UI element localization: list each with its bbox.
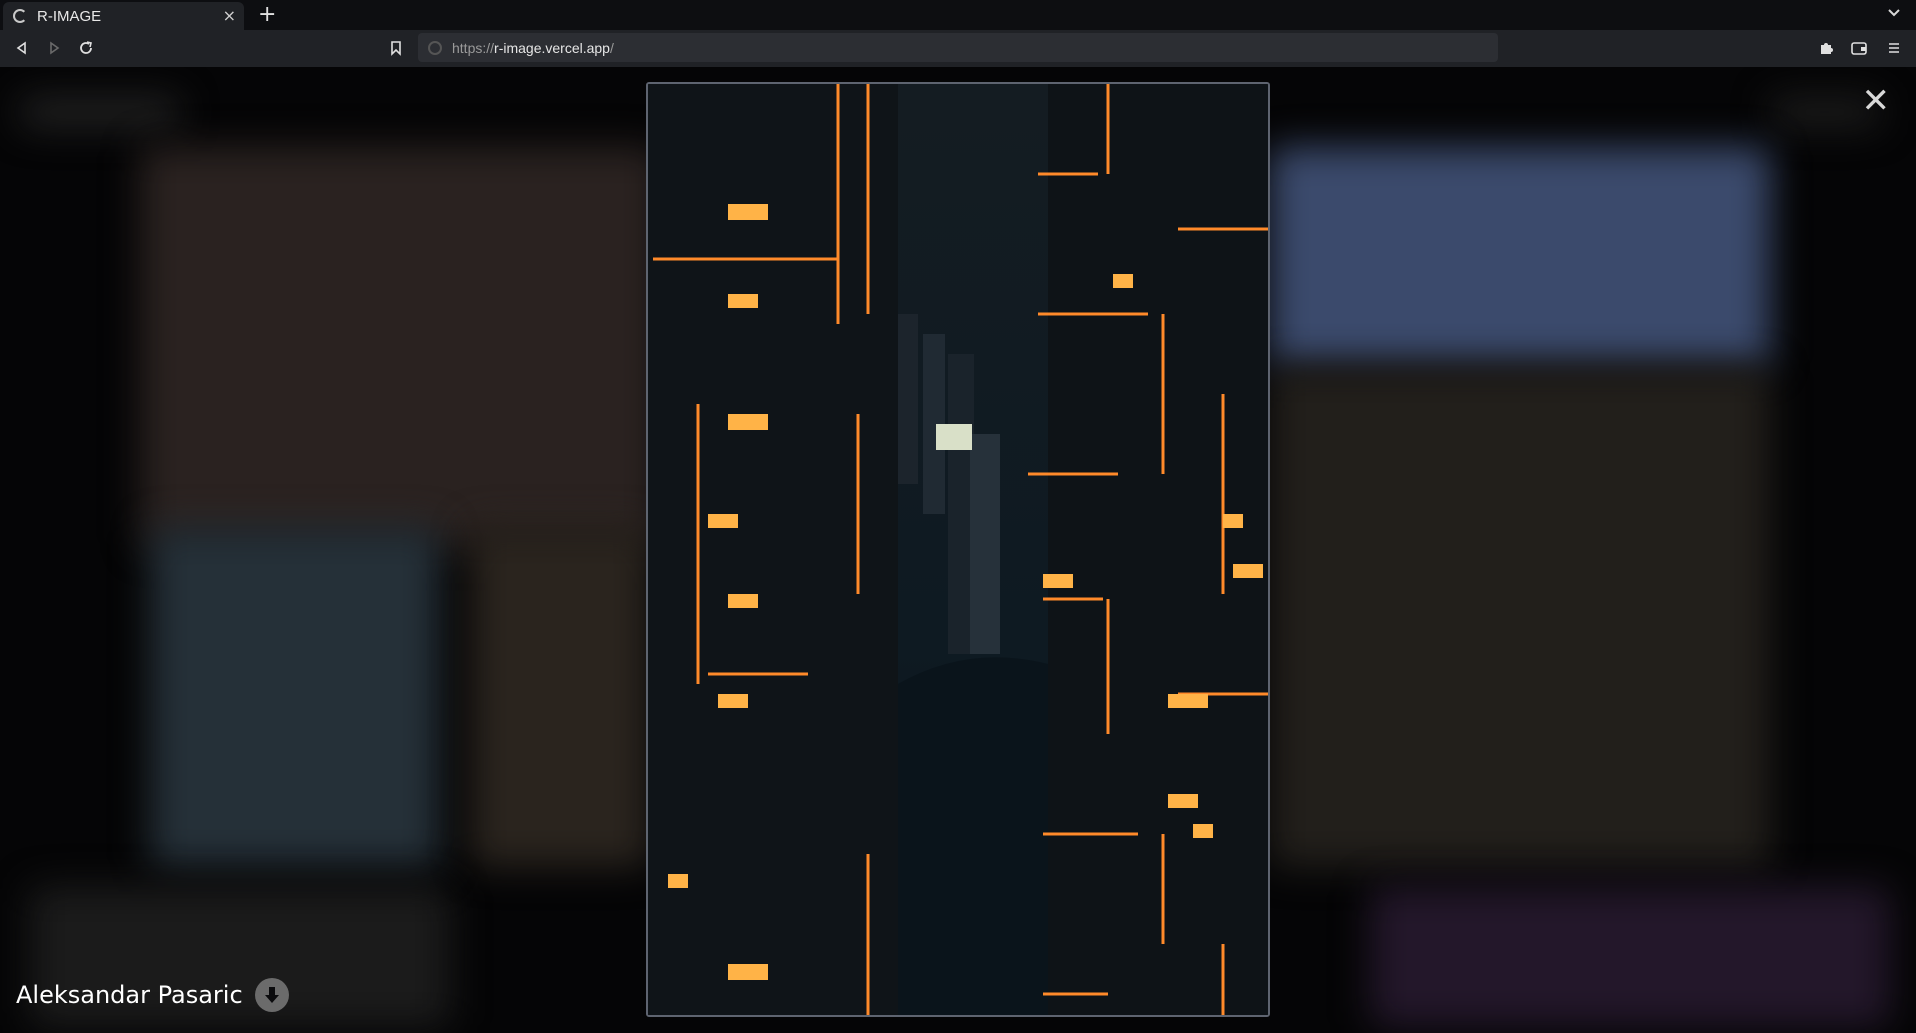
blurred-photo xyxy=(1270,367,1770,867)
blurred-photo xyxy=(1370,887,1890,1027)
blurred-logo xyxy=(20,97,180,127)
tab-strip: R-IMAGE × + xyxy=(0,0,1916,30)
extensions-button[interactable] xyxy=(1816,38,1836,58)
photographer-name[interactable]: Aleksandar Pasaric xyxy=(16,981,243,1009)
download-button[interactable] xyxy=(254,978,289,1012)
blurred-photo xyxy=(140,147,660,547)
reload-button[interactable] xyxy=(76,38,96,58)
download-icon xyxy=(264,987,279,1003)
blurred-photo xyxy=(1270,147,1770,367)
site-icon xyxy=(428,40,442,55)
bookmark-button[interactable] xyxy=(386,38,406,58)
tab-r-image[interactable]: R-IMAGE × xyxy=(3,2,244,30)
menu-button[interactable] xyxy=(1884,38,1904,58)
browser-toolbar: https://r-image.vercel.app/ xyxy=(0,30,1916,67)
tab-title: R-IMAGE xyxy=(37,7,102,25)
forward-button[interactable] xyxy=(44,38,64,58)
bookmark-icon xyxy=(391,41,401,56)
blurred-photo xyxy=(150,527,440,867)
blurred-photo xyxy=(470,527,650,867)
url-text: https://r-image.vercel.app/ xyxy=(452,39,614,56)
address-bar[interactable]: https://r-image.vercel.app/ xyxy=(418,33,1498,62)
wallet-button[interactable] xyxy=(1849,38,1869,58)
reload-icon xyxy=(80,41,92,54)
close-icon[interactable]: ✕ xyxy=(1862,84,1891,118)
enlarged-photo xyxy=(646,82,1270,1017)
back-button[interactable] xyxy=(12,38,32,58)
wallet-icon xyxy=(1851,42,1867,55)
chevron-down-icon[interactable] xyxy=(1886,4,1902,20)
new-tab-button[interactable]: + xyxy=(258,2,276,28)
hamburger-icon xyxy=(1889,43,1899,53)
city-night-photo xyxy=(648,84,1268,1015)
back-icon xyxy=(16,41,26,55)
photo-credit: Aleksandar Pasaric xyxy=(16,978,289,1012)
puzzle-icon xyxy=(1821,43,1833,54)
forward-icon xyxy=(50,41,60,55)
tab-close-icon[interactable]: × xyxy=(223,6,236,25)
loading-icon xyxy=(13,9,27,23)
